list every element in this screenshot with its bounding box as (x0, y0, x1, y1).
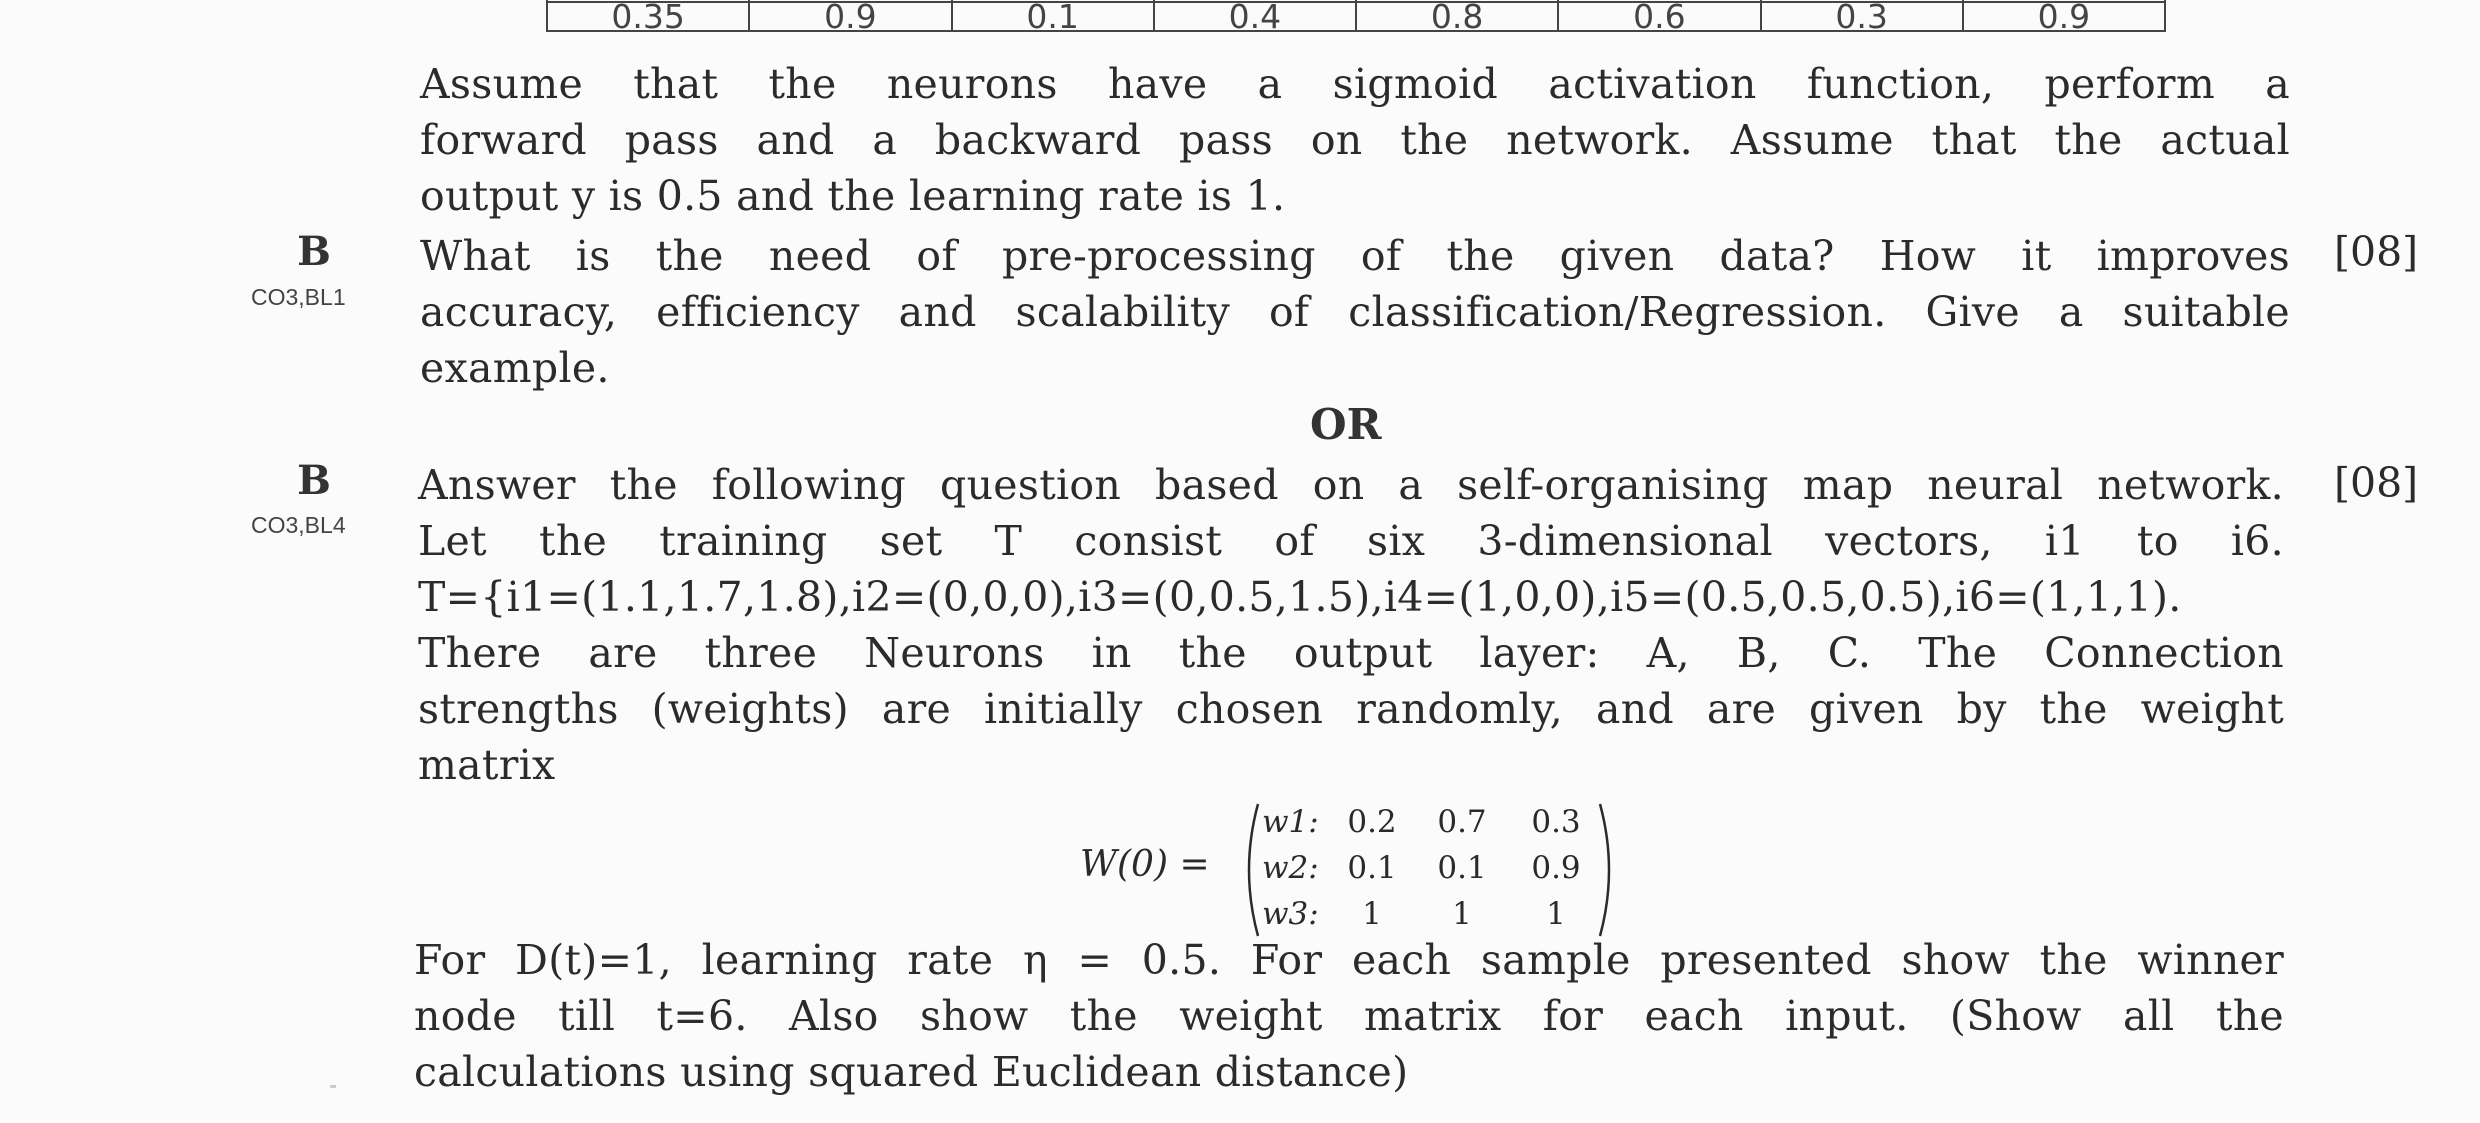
course-outcome-code: CO3,BL1 (251, 284, 346, 310)
matrix-row-label: w1: (1262, 804, 1319, 840)
text-line: example. (420, 344, 610, 392)
course-outcome-code: CO3,BL4 (251, 512, 346, 538)
table-cell: 0.3 (1759, 0, 1964, 33)
question-b1-text: What is the need of pre-processing of th… (420, 228, 2290, 396)
matrix-cell: 0.1 (1437, 850, 1487, 886)
scan-speck (330, 1085, 336, 1088)
weight-matrix: W(0) = w1: 0.2 0.7 0.3 w2: 0.1 0.1 0.9 w… (1080, 800, 1640, 940)
matrix-label: W(0) = (1080, 844, 1210, 885)
text-line: node till t=6. Also show the weight matr… (414, 992, 2284, 1040)
text-line: strengths (weights) are initially chosen… (418, 685, 2284, 733)
question-b2-text: Answer the following question based on a… (418, 457, 2284, 793)
matrix-cell: 0.3 (1531, 804, 1581, 840)
question-b2-instructions: For D(t)=1, learning rate η = 0.5. For e… (414, 932, 2284, 1100)
matrix-cell: 0.2 (1347, 804, 1397, 840)
text-line: Let the training set T consist of six 3-… (418, 517, 2284, 565)
text-line: forward pass and a backward pass on the … (420, 116, 2290, 164)
text-line: calculations using squared Euclidean dis… (414, 1048, 1409, 1096)
table-value-row: 0.35 0.9 0.1 0.4 0.8 0.6 0.3 0.9 (545, 0, 2167, 33)
matrix-cell: 0.9 (1531, 850, 1581, 886)
matrix-row-label: w3: (1262, 896, 1319, 932)
table-cell: 0.8 (1354, 0, 1560, 33)
text-line: accuracy, efficiency and scalability of … (420, 288, 2290, 336)
matrix-row-label: w2: (1262, 850, 1319, 886)
text-line: What is the need of pre-processing of th… (420, 232, 2290, 280)
marks-label: [08] (2334, 228, 2419, 276)
or-divider: OR (1310, 400, 1382, 449)
text-line: There are three Neurons in the output la… (418, 629, 2284, 677)
text-line: output y is 0.5 and the learning rate is… (420, 172, 1286, 220)
matrix-cell: 0.1 (1347, 850, 1397, 886)
table-cell: 0.1 (950, 0, 1155, 33)
table-cell: 0.9 (748, 0, 953, 33)
text-line: T={i1=(1.1,1.7,1.8),i2=(0,0,0),i3=(0,0.5… (418, 573, 2182, 621)
text-line: For D(t)=1, learning rate η = 0.5. For e… (414, 936, 2284, 984)
matrix-cell: 1 (1546, 896, 1566, 932)
question-a-continuation: Assume that the neurons have a sigmoid a… (420, 56, 2290, 224)
table-cell: 0.4 (1152, 0, 1358, 33)
marks-label: [08] (2334, 459, 2419, 507)
table-cell: 0.6 (1557, 0, 1762, 33)
table-cell: 0.35 (545, 0, 751, 33)
text-line: Answer the following question based on a… (418, 461, 2284, 509)
text-line: matrix (418, 741, 556, 789)
matrix-cell: 1 (1362, 896, 1382, 932)
matrix-cell: 0.7 (1437, 804, 1487, 840)
question-letter: B (297, 228, 331, 275)
matrix-cell: 1 (1452, 896, 1472, 932)
question-letter: B (297, 457, 331, 504)
right-paren (1598, 803, 1611, 937)
table-cell: 0.9 (1961, 0, 2167, 33)
left-paren (1247, 803, 1260, 937)
weights-table: 0.35 0.9 0.1 0.4 0.8 0.6 0.3 0.9 (545, 0, 2167, 33)
text-line: Assume that the neurons have a sigmoid a… (420, 60, 2290, 108)
